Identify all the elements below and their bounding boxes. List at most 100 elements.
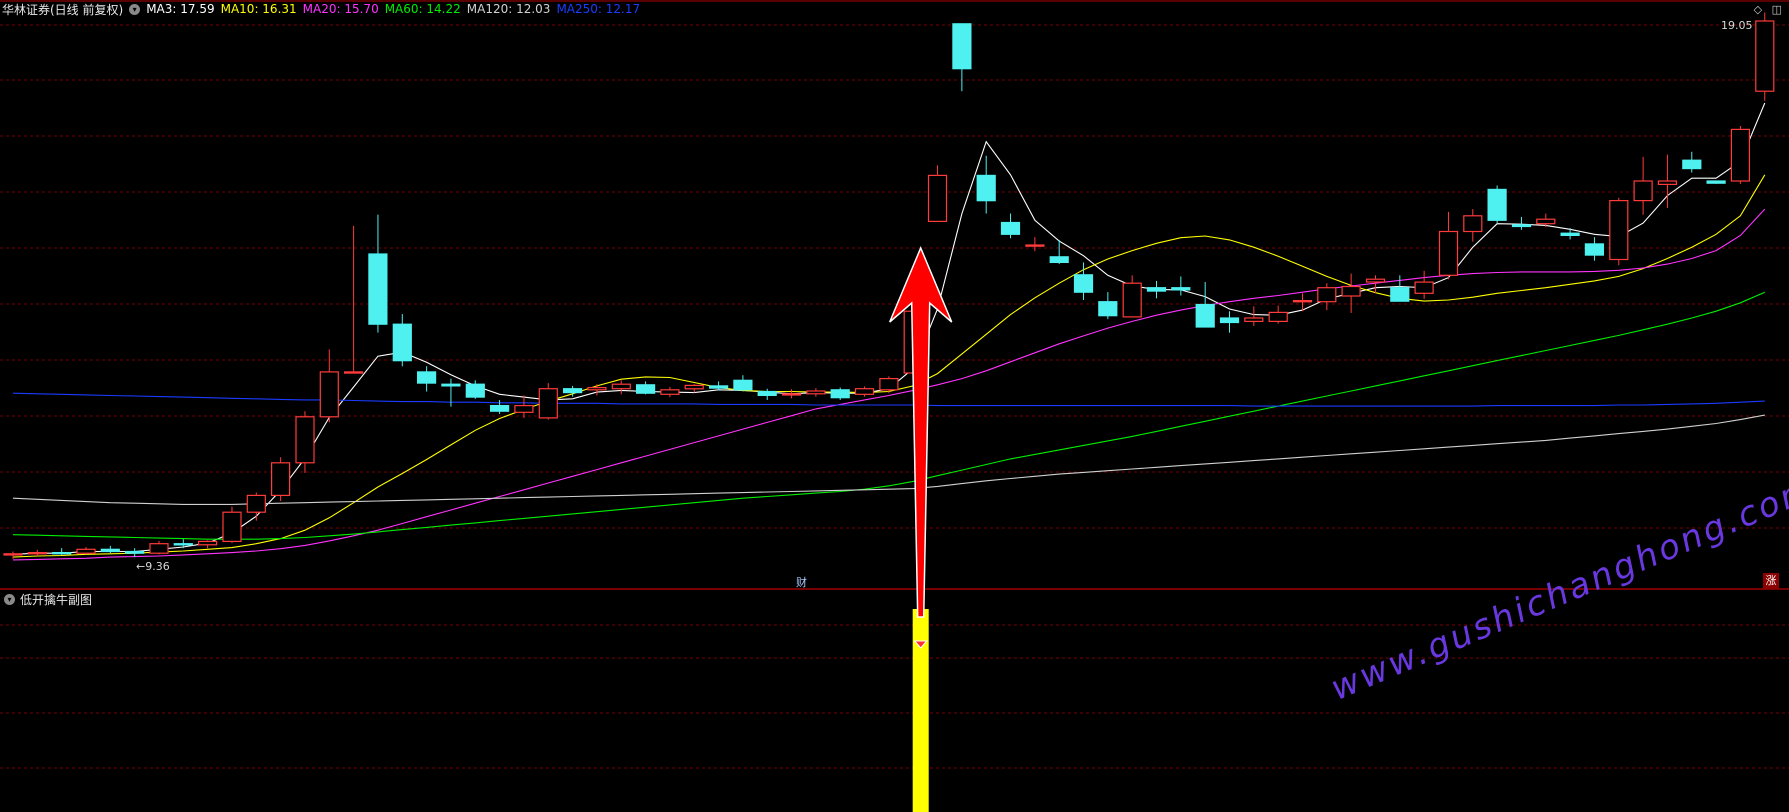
candle [295, 411, 315, 473]
candle [1122, 275, 1142, 318]
candle [1098, 292, 1118, 320]
candle-body [1730, 128, 1751, 182]
candle [514, 395, 534, 418]
finance-marker[interactable]: 财 [796, 574, 807, 590]
candle [198, 540, 218, 549]
candle-body [1244, 317, 1264, 323]
candle [708, 381, 729, 391]
chevron-down-icon[interactable]: ▾ [129, 3, 141, 15]
candle-body [660, 389, 680, 395]
candle [635, 381, 656, 395]
candle [976, 155, 996, 214]
candle [1463, 209, 1483, 242]
candle-body [1122, 282, 1142, 318]
ma-line-ma10 [12, 174, 1766, 558]
candle [781, 389, 802, 399]
candle-body [1049, 256, 1069, 263]
indicator-header: 华林证券(日线 前复权) ▾ MA3: 17.59 MA10: 16.31 MA… [0, 0, 646, 18]
candle [806, 388, 826, 397]
candle [1682, 151, 1702, 173]
candle-body [1511, 224, 1532, 228]
candle [1292, 293, 1313, 312]
candle [149, 540, 169, 555]
candle [3, 551, 23, 559]
stock-title[interactable]: 华林证券(日线 前复权) [2, 1, 123, 18]
candle-body [1025, 244, 1045, 247]
chevron-down-icon[interactable]: ▾ [4, 594, 15, 605]
candle-body [1146, 287, 1167, 292]
candle-body [562, 388, 583, 394]
candle [1414, 270, 1434, 299]
candle [854, 386, 875, 397]
candle [1171, 276, 1191, 296]
candle-body [1268, 311, 1288, 322]
candle-body [1463, 215, 1483, 233]
candle-body [295, 416, 315, 464]
candle-body [1390, 287, 1410, 302]
candle-body [733, 379, 753, 391]
candle [271, 457, 291, 501]
candle-body [417, 371, 437, 384]
candle-body [1657, 180, 1678, 186]
candle-body [1487, 188, 1507, 221]
candle-body [1000, 221, 1021, 235]
candle-body [952, 23, 972, 70]
candle-body [222, 511, 242, 543]
candle-body [1098, 301, 1118, 317]
chart-extras [889, 246, 953, 812]
signal-arrow [889, 246, 953, 618]
candle-body [1365, 278, 1386, 283]
candle-body [198, 540, 218, 546]
candle-body [514, 405, 534, 413]
candle [1730, 125, 1751, 184]
candle [611, 380, 631, 395]
candle [392, 314, 412, 367]
candle-body [441, 383, 461, 387]
candle-body [1560, 232, 1580, 236]
candle-body [1536, 218, 1556, 225]
candle [1657, 154, 1678, 208]
candle-body [684, 384, 704, 390]
candle-body [854, 388, 875, 395]
candle-body [1292, 300, 1313, 303]
candle-body [173, 543, 193, 546]
candle [538, 383, 558, 420]
candle-body [392, 323, 412, 362]
candle-body [1341, 285, 1361, 297]
candle [1195, 282, 1215, 328]
candle-body [319, 371, 339, 418]
candle [1025, 237, 1045, 252]
candle-body [100, 548, 120, 553]
high-price-label: 19.05 [1721, 19, 1753, 32]
panel-control-icons[interactable]: ◇ ◫ [1754, 3, 1785, 16]
candle-body [246, 494, 266, 513]
candles [3, 12, 1775, 559]
candle-body [1438, 230, 1459, 276]
candle [1317, 283, 1337, 311]
candle-body [490, 405, 510, 412]
sub-panel-title[interactable]: 低开擒牛副图 [20, 591, 92, 608]
candle [1755, 12, 1775, 101]
candle [124, 548, 145, 558]
candle [1073, 262, 1094, 301]
candle [1633, 156, 1653, 215]
candle [368, 214, 388, 333]
limit-up-badge[interactable]: 涨 [1763, 573, 1779, 589]
candle [733, 375, 753, 392]
candle-body [830, 389, 850, 399]
candle-body [927, 174, 948, 222]
candle-body [344, 371, 364, 374]
candle [879, 376, 899, 394]
candle-body [587, 387, 607, 391]
candle-body [27, 551, 47, 555]
candle-body [465, 383, 485, 398]
candle [52, 548, 72, 555]
candle-body [1633, 180, 1653, 202]
ma120-readout: MA120: 12.03 [466, 2, 551, 16]
candle [490, 399, 510, 414]
candle [952, 23, 972, 92]
candle [1341, 273, 1361, 313]
candle-body [1682, 159, 1702, 170]
candle [757, 388, 777, 400]
candle [1487, 185, 1507, 224]
